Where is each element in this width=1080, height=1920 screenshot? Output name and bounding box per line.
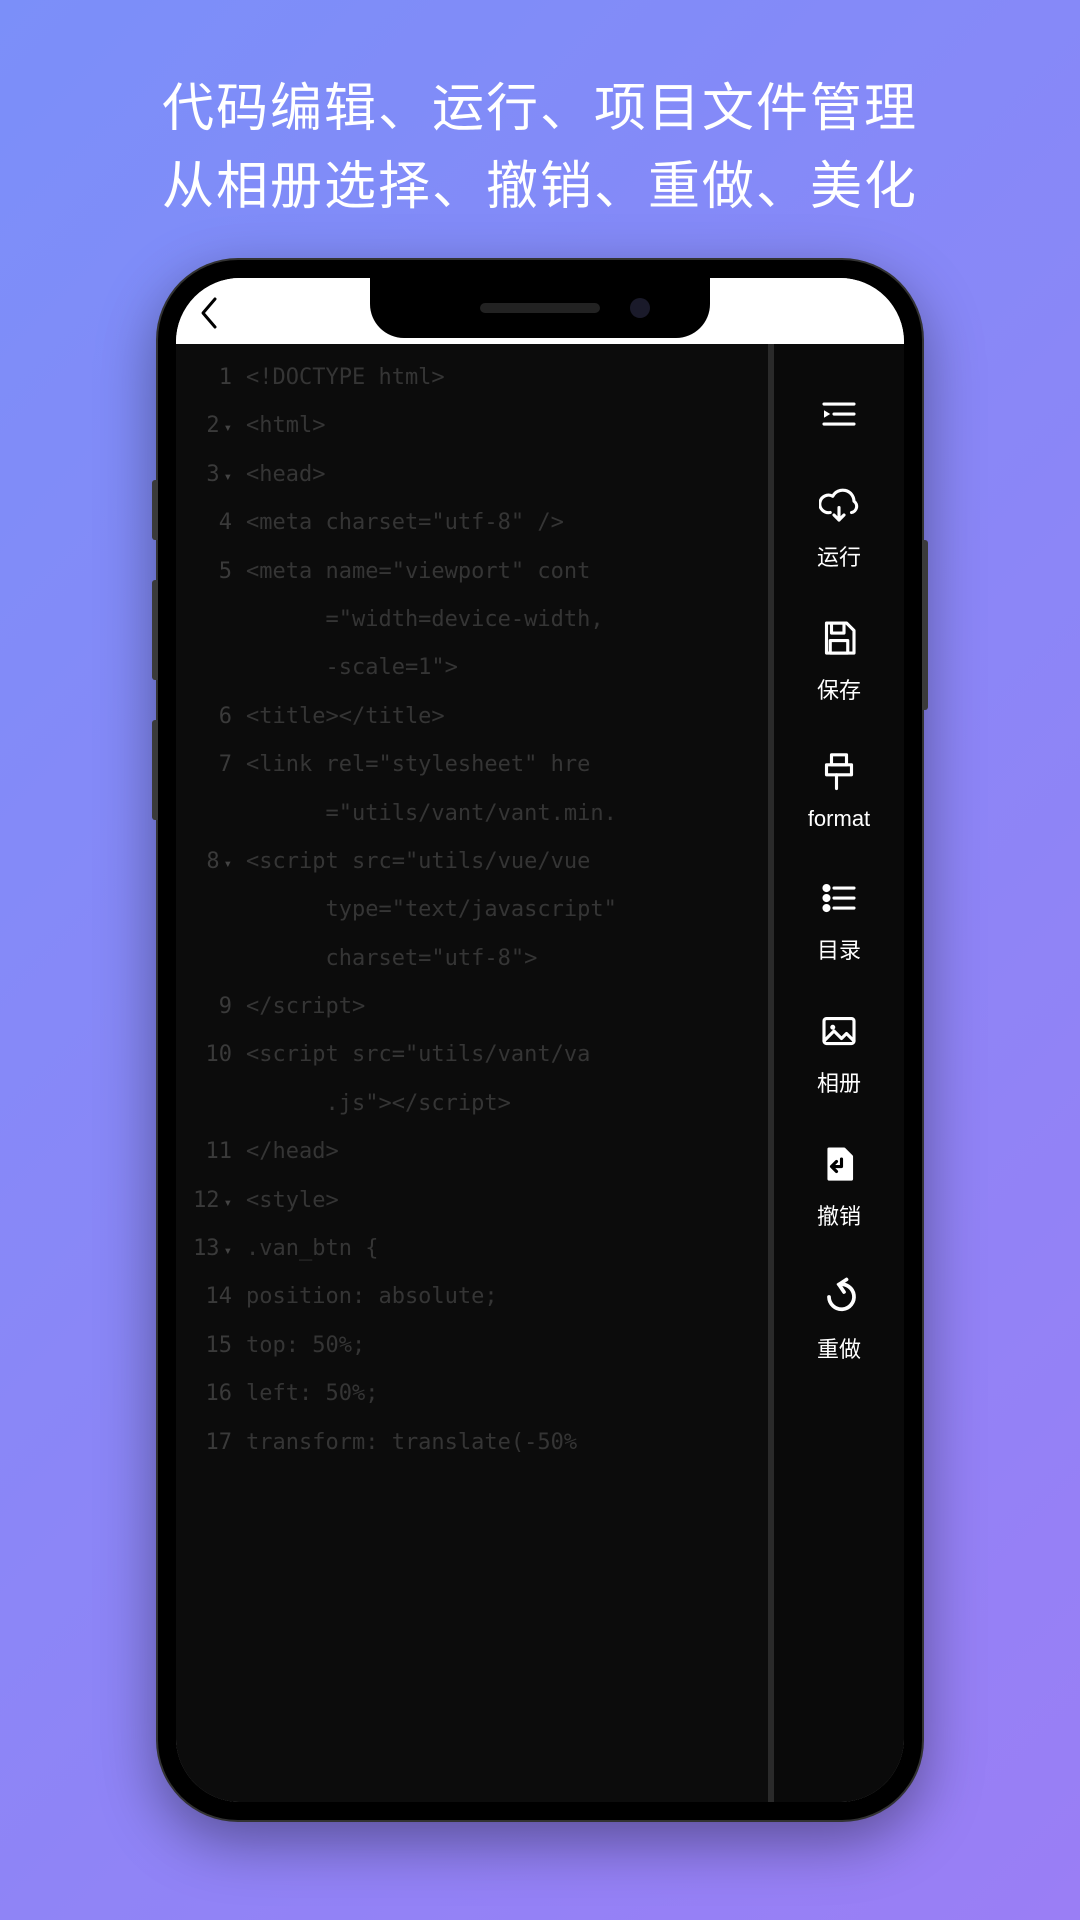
phone-mockup-frame: 1<!DOCTYPE html>2<html>3<head>4<meta cha… xyxy=(158,260,922,1820)
line-number: 8 xyxy=(176,838,246,886)
code-text: <script src="utils/vant/va xyxy=(246,1031,774,1079)
code-text: <meta charset="utf-8" /> xyxy=(246,499,774,547)
code-line[interactable]: 16left: 50%; xyxy=(176,1370,774,1418)
save-button[interactable]: 保存 xyxy=(817,618,861,705)
code-text: -scale=1"> xyxy=(246,644,774,692)
code-text: ="width=device-width, xyxy=(246,596,774,644)
code-text: transform: translate(-50% xyxy=(246,1419,774,1467)
line-number: 14 xyxy=(176,1273,246,1321)
line-number: 1 xyxy=(176,354,246,402)
code-line[interactable]: 2<html> xyxy=(176,402,774,450)
code-text: </script> xyxy=(246,983,774,1031)
code-text: <link rel="stylesheet" hre xyxy=(246,741,774,789)
album-button[interactable]: 相册 xyxy=(817,1011,861,1098)
code-editor[interactable]: 1<!DOCTYPE html>2<html>3<head>4<meta cha… xyxy=(176,344,774,1802)
list-toc-icon xyxy=(819,878,859,923)
redo-button[interactable]: 重做 xyxy=(817,1277,861,1364)
code-text: <head> xyxy=(246,451,774,499)
format-label: format xyxy=(808,806,870,832)
line-number: 2 xyxy=(176,402,246,450)
undo-button[interactable]: 撤销 xyxy=(817,1144,861,1231)
image-album-icon xyxy=(819,1011,859,1056)
line-number: 4 xyxy=(176,499,246,547)
code-line[interactable]: 1<!DOCTYPE html> xyxy=(176,354,774,402)
line-number: 15 xyxy=(176,1322,246,1370)
code-line[interactable]: 7<link rel="stylesheet" hre xyxy=(176,741,774,789)
code-line[interactable]: type="text/javascript" xyxy=(176,886,774,934)
line-number: 10 xyxy=(176,1031,246,1079)
line-number: 17 xyxy=(176,1419,246,1467)
code-text: <style> xyxy=(246,1177,774,1225)
code-text: <!DOCTYPE html> xyxy=(246,354,774,402)
line-number: 7 xyxy=(176,741,246,789)
code-line[interactable]: ="width=device-width, xyxy=(176,596,774,644)
line-number: 13 xyxy=(176,1225,246,1273)
code-text: charset="utf-8"> xyxy=(246,935,774,983)
code-text: <script src="utils/vue/vue xyxy=(246,838,774,886)
code-line[interactable]: 3<head> xyxy=(176,451,774,499)
code-text: ="utils/vant/vant.min. xyxy=(246,790,774,838)
code-text: </head> xyxy=(246,1128,774,1176)
cloud-run-icon xyxy=(819,485,859,530)
code-line[interactable]: ="utils/vant/vant.min. xyxy=(176,790,774,838)
menu-indent-icon xyxy=(819,394,859,439)
code-line[interactable]: .js"></script> xyxy=(176,1080,774,1128)
headline-line-2: 从相册选择、撤销、重做、美化 xyxy=(0,148,1080,226)
code-line[interactable]: 9</script> xyxy=(176,983,774,1031)
run-label: 运行 xyxy=(817,540,861,572)
phone-screen: 1<!DOCTYPE html>2<html>3<head>4<meta cha… xyxy=(176,278,904,1802)
code-line[interactable]: 17transform: translate(-50% xyxy=(176,1419,774,1467)
redo-label: 重做 xyxy=(817,1332,861,1364)
toc-button[interactable]: 目录 xyxy=(817,878,861,965)
code-text: type="text/javascript" xyxy=(246,886,774,934)
code-line[interactable]: 15top: 50%; xyxy=(176,1322,774,1370)
save-label: 保存 xyxy=(817,673,861,705)
undo-page-icon xyxy=(819,1144,859,1189)
code-line[interactable]: 12<style> xyxy=(176,1177,774,1225)
code-line[interactable]: 11</head> xyxy=(176,1128,774,1176)
code-text: top: 50%; xyxy=(246,1322,774,1370)
phone-notch xyxy=(370,278,710,338)
side-toolbar: 运行 保存 xyxy=(774,344,904,1802)
code-text: .van_btn { xyxy=(246,1225,774,1273)
code-line[interactable]: charset="utf-8"> xyxy=(176,935,774,983)
code-line[interactable]: -scale=1"> xyxy=(176,644,774,692)
format-brush-icon xyxy=(819,751,859,796)
marketing-headline: 代码编辑、运行、项目文件管理 从相册选择、撤销、重做、美化 xyxy=(0,0,1080,226)
redo-arrow-icon xyxy=(819,1277,859,1322)
line-number: 12 xyxy=(176,1177,246,1225)
line-number: 16 xyxy=(176,1370,246,1418)
menu-button[interactable] xyxy=(819,394,859,439)
code-line[interactable]: 13.van_btn { xyxy=(176,1225,774,1273)
code-line[interactable]: 14position: absolute; xyxy=(176,1273,774,1321)
headline-line-1: 代码编辑、运行、项目文件管理 xyxy=(0,70,1080,148)
code-text: <title></title> xyxy=(246,693,774,741)
undo-label: 撤销 xyxy=(817,1199,861,1231)
code-text: position: absolute; xyxy=(246,1273,774,1321)
code-line[interactable]: 10<script src="utils/vant/va xyxy=(176,1031,774,1079)
code-line[interactable]: 6<title></title> xyxy=(176,693,774,741)
album-label: 相册 xyxy=(817,1066,861,1098)
toc-label: 目录 xyxy=(817,933,861,965)
run-button[interactable]: 运行 xyxy=(817,485,861,572)
code-text: <html> xyxy=(246,402,774,450)
code-text: <meta name="viewport" cont xyxy=(246,548,774,596)
format-button[interactable]: format xyxy=(808,751,870,832)
save-floppy-icon xyxy=(819,618,859,663)
line-number: 3 xyxy=(176,451,246,499)
code-line[interactable]: 4<meta charset="utf-8" /> xyxy=(176,499,774,547)
code-line[interactable]: 8<script src="utils/vue/vue xyxy=(176,838,774,886)
code-text: left: 50%; xyxy=(246,1370,774,1418)
back-icon[interactable] xyxy=(196,293,226,338)
line-number: 6 xyxy=(176,693,246,741)
line-number: 5 xyxy=(176,548,246,596)
line-number: 9 xyxy=(176,983,246,1031)
code-line[interactable]: 5<meta name="viewport" cont xyxy=(176,548,774,596)
line-number: 11 xyxy=(176,1128,246,1176)
code-text: .js"></script> xyxy=(246,1080,774,1128)
